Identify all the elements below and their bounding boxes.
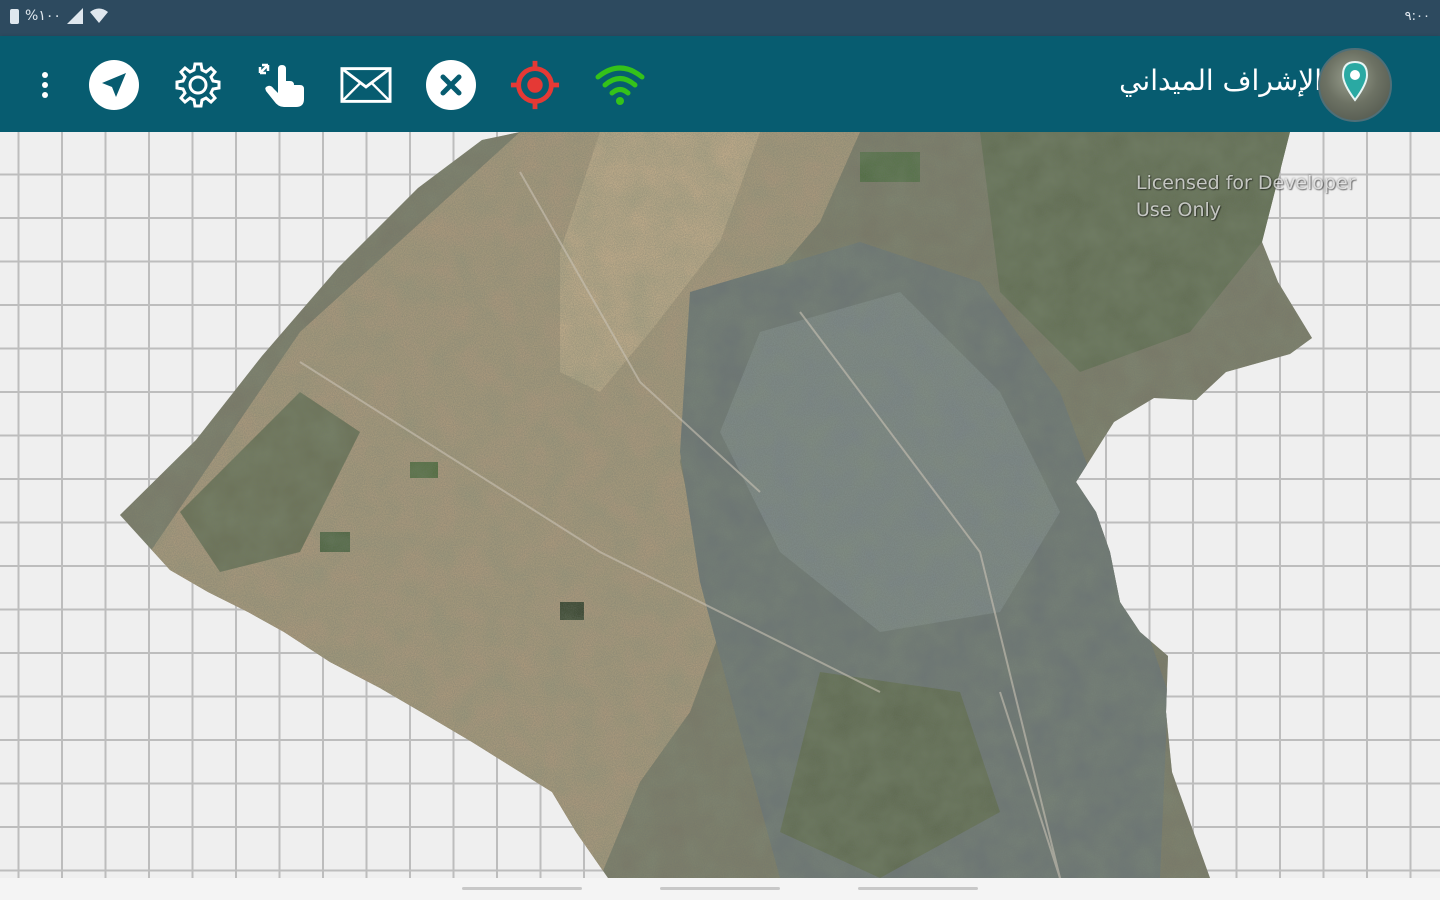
license-watermark: Licensed for Developer Use Only (1136, 170, 1356, 224)
system-nav-bar (0, 878, 1440, 900)
touch-pan-icon (258, 63, 304, 107)
envelope-icon (340, 67, 392, 103)
navigation-arrow-icon (89, 60, 139, 110)
watermark-line1: Licensed for Developer (1136, 172, 1356, 194)
status-bar: %١٠٠ ٩:٠٠ (0, 0, 1440, 36)
navigate-button[interactable] (88, 59, 140, 111)
wifi-icon (595, 65, 645, 105)
nav-back-handle[interactable] (462, 887, 582, 890)
battery-percentage: %١٠٠ (25, 8, 61, 24)
connection-status-button[interactable] (594, 59, 646, 111)
gear-icon (175, 62, 221, 108)
my-location-button[interactable] (509, 59, 561, 111)
cell-signal-icon (66, 8, 83, 24)
app-toolbar: الإشراف الميداني (0, 36, 1440, 132)
settings-button[interactable] (172, 59, 224, 111)
app-title: الإشراف الميداني (1119, 64, 1322, 97)
clock: ٩:٠٠ (1404, 9, 1430, 24)
overflow-menu-button[interactable] (20, 59, 70, 111)
touch-pan-button[interactable] (256, 59, 308, 111)
watermark-line2: Use Only (1136, 199, 1222, 221)
close-circle-icon (426, 60, 476, 110)
wifi-status-icon (89, 8, 108, 23)
nav-home-handle[interactable] (660, 887, 780, 890)
messages-button[interactable] (340, 59, 392, 111)
battery-icon (10, 8, 19, 24)
location-pin-icon (1341, 60, 1369, 102)
crosshair-target-icon (510, 60, 560, 110)
map-view[interactable]: Licensed for Developer Use Only (0, 132, 1440, 878)
app-logo (1318, 48, 1392, 122)
cancel-button[interactable] (425, 59, 477, 111)
satellite-imagery (120, 132, 1312, 878)
nav-recents-handle[interactable] (858, 887, 978, 890)
more-vert-icon (42, 72, 48, 98)
